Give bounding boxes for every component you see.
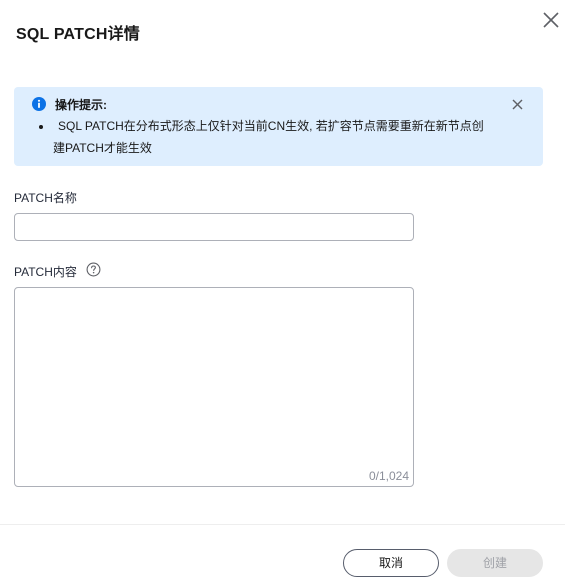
dialog-title: SQL PATCH详情 (16, 26, 140, 43)
question-circle-icon[interactable] (86, 262, 101, 277)
bullet-dot (39, 125, 43, 129)
close-icon[interactable] (540, 9, 562, 31)
notice-title: 操作提示: (55, 98, 107, 112)
patch-name-label: PATCH名称 (14, 191, 77, 205)
notice-text-line1: SQL PATCH在分布式形态上仅针对当前CN生效, 若扩容节点需要重新在新节点… (58, 119, 484, 133)
patch-name-input[interactable] (14, 213, 414, 241)
char-counter: 0/1,024 (368, 469, 409, 483)
info-icon (32, 97, 46, 111)
cancel-button[interactable]: 取消 (343, 549, 439, 577)
notice-banner: 操作提示: SQL PATCH在分布式形态上仅针对当前CN生效, 若扩容节点需要… (14, 87, 543, 166)
patch-content-textarea[interactable] (14, 287, 414, 487)
patch-content-label: PATCH内容 (14, 265, 77, 279)
notice-text-line2: 建PATCH才能生效 (53, 141, 152, 155)
sql-patch-dialog: SQL PATCH详情 操作提示: SQL PATCH在分布式形态上仅针对当前C… (0, 0, 565, 582)
notice-text: SQL PATCH在分布式形态上仅针对当前CN生效, 若扩容节点需要重新在新节点… (53, 115, 495, 159)
footer-divider (0, 524, 565, 525)
create-button[interactable]: 创建 (447, 549, 543, 577)
notice-close-icon[interactable] (511, 98, 524, 111)
